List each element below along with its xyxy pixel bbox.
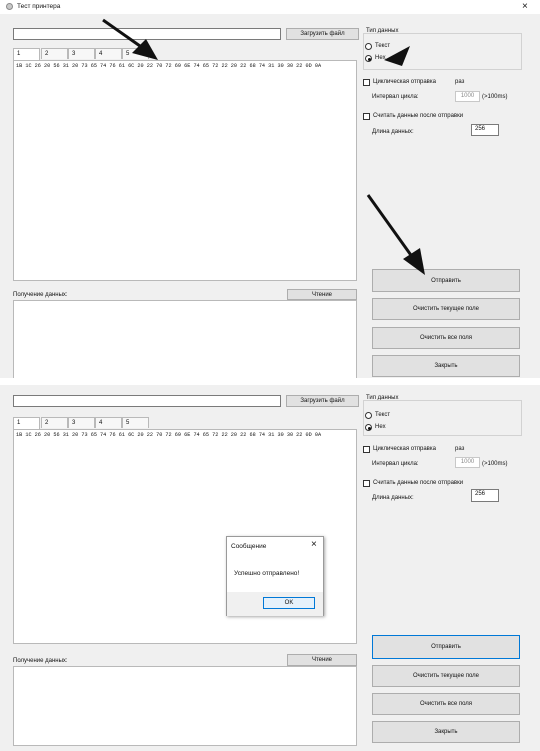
clear-all-button[interactable]: Очистить все поля	[372, 693, 520, 715]
tab-3[interactable]: 3	[68, 417, 95, 428]
tab-5[interactable]: 5	[122, 417, 149, 428]
arrow-to-hex-radio	[384, 46, 410, 66]
screenshot-separator	[0, 378, 540, 385]
data-length-label: Длина данных:	[372, 495, 414, 501]
annotation-arrows	[102, 18, 425, 275]
tab-4[interactable]: 4	[95, 417, 122, 428]
tab-strip: 1 2 3 4 5	[13, 417, 163, 429]
read-button[interactable]: Чтение	[287, 654, 357, 666]
data-length-input[interactable]: 256	[471, 489, 499, 502]
interval-unit-label: (>100ms)	[482, 461, 508, 467]
dialog-message: Успешно отправлено!	[234, 570, 300, 577]
arrow-to-send-button	[366, 194, 425, 275]
cyclic-send-label: Циклическая отправка	[373, 446, 436, 452]
read-after-label: Считать данные после отправки	[373, 480, 464, 486]
interval-input[interactable]: 1000	[455, 457, 480, 468]
text-radio[interactable]	[365, 412, 372, 419]
read-after-checkbox[interactable]	[363, 480, 370, 487]
tab-1[interactable]: 1	[13, 417, 40, 429]
hex-editor-content: 1B 1C 26 20 56 31 20 73 65 74 76 61 6C 2…	[16, 432, 322, 438]
hex-option-label: Hex	[375, 424, 386, 430]
file-path-input[interactable]	[13, 395, 281, 407]
receive-data-label: Получение данных:	[13, 658, 68, 664]
arrow-to-hex-content	[102, 18, 158, 60]
cyclic-send-checkbox[interactable]	[363, 446, 370, 453]
dialog-ok-button[interactable]: OK	[263, 597, 315, 609]
load-file-button[interactable]: Загрузить файл	[286, 395, 359, 407]
close-button[interactable]: Закрыть	[372, 721, 520, 743]
send-button[interactable]: Отправить	[372, 635, 520, 659]
receive-data-area[interactable]	[13, 666, 357, 746]
cyclic-unit-label: раз	[455, 446, 465, 452]
dialog-close-icon[interactable]: ×	[311, 540, 317, 550]
message-dialog: Сообщение × Успешно отправлено! OK	[226, 536, 324, 616]
interval-label: Интервал цикла:	[372, 461, 419, 467]
printer-test-window-before: Тест принтера × Загрузить файл 1 2 3 4 5…	[0, 0, 540, 378]
tab-2[interactable]: 2	[41, 417, 68, 428]
hex-radio[interactable]	[365, 424, 372, 431]
text-option-label: Текст	[375, 412, 391, 418]
dialog-title: Сообщение	[231, 543, 267, 550]
clear-current-button[interactable]: Очистить текущее поле	[372, 665, 520, 687]
